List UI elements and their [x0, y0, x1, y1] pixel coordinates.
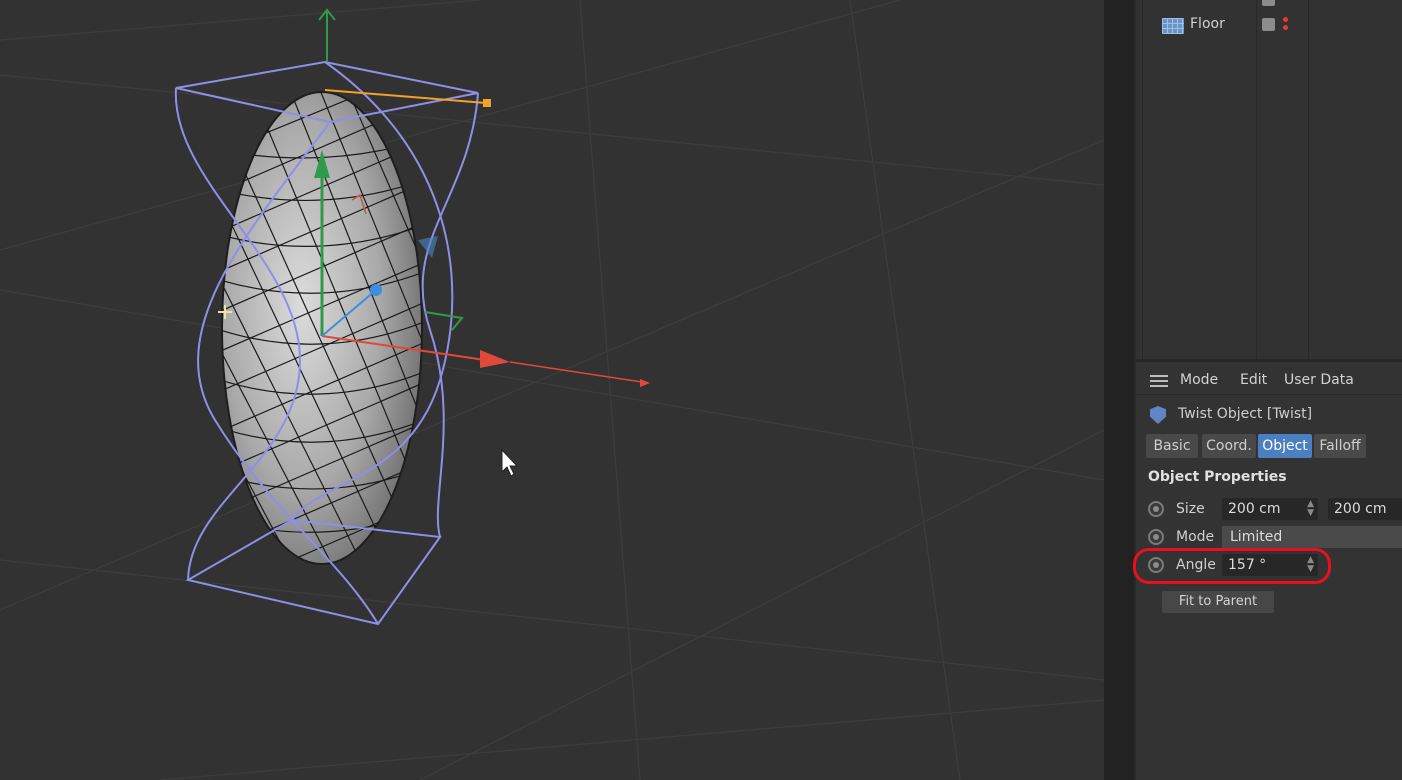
om-row-partial[interactable] — [1136, 0, 1402, 9]
twist-object-icon — [1150, 406, 1166, 424]
om-column-line — [1308, 0, 1309, 359]
viewport-3d[interactable] — [0, 0, 1104, 780]
fit-to-parent-button[interactable]: Fit to Parent — [1162, 591, 1274, 613]
floor-grid — [0, 0, 1104, 780]
annotation-highlight — [1133, 548, 1331, 584]
right-panel: Floor Mode Edit User Data Twist Object [… — [1134, 0, 1402, 780]
size-x-field[interactable]: 200 cm ▲ ▼ — [1222, 498, 1318, 520]
tab-object[interactable]: Object — [1258, 434, 1312, 458]
om-column-line — [1256, 0, 1257, 359]
mode-dropdown[interactable]: Limited — [1222, 526, 1402, 548]
attribute-object-header: Twist Object [Twist] — [1136, 402, 1402, 428]
object-title: Twist Object [Twist] — [1178, 406, 1313, 422]
animate-radio-icon[interactable] — [1148, 529, 1164, 545]
om-row-floor[interactable]: Floor — [1136, 14, 1402, 36]
hamburger-menu-icon[interactable] — [1150, 375, 1168, 387]
section-title: Object Properties — [1148, 469, 1287, 485]
om-column-line — [1142, 0, 1143, 359]
size-x-value: 200 cm — [1228, 501, 1281, 517]
render-dot-icon[interactable] — [1283, 25, 1288, 30]
menu-edit[interactable]: Edit — [1240, 372, 1267, 388]
panel-divider[interactable] — [1104, 0, 1134, 780]
deformer-y-axis — [318, 8, 336, 62]
object-manager: Floor — [1136, 0, 1402, 362]
animate-radio-icon[interactable] — [1148, 501, 1164, 517]
viewport-scene[interactable] — [0, 0, 1104, 780]
spinner-icon[interactable]: ▲ ▼ — [1307, 500, 1314, 518]
visibility-dot-icon[interactable] — [1283, 17, 1288, 22]
tab-basic[interactable]: Basic — [1146, 434, 1198, 458]
size-label: Size — [1176, 501, 1205, 517]
attribute-menu-bar: Mode Edit User Data — [1136, 368, 1402, 395]
menu-mode[interactable]: Mode — [1180, 372, 1218, 388]
size-y-field[interactable]: 200 cm — [1328, 498, 1402, 520]
mode-label: Mode — [1176, 529, 1215, 545]
size-y-value: 200 cm — [1334, 501, 1387, 517]
floor-icon — [1162, 18, 1184, 34]
tag-icon[interactable] — [1262, 0, 1275, 6]
twisted-capsule-mesh[interactable] — [200, 40, 430, 600]
mouse-cursor-icon — [501, 448, 519, 477]
tag-icon[interactable] — [1262, 18, 1275, 31]
size-row: Size 200 cm ▲ ▼ 200 cm — [1136, 498, 1402, 524]
tab-coord[interactable]: Coord. — [1202, 434, 1256, 458]
tab-falloff[interactable]: Falloff — [1314, 434, 1366, 458]
menu-user-data[interactable]: User Data — [1284, 372, 1354, 388]
object-name[interactable]: Floor — [1190, 16, 1225, 32]
